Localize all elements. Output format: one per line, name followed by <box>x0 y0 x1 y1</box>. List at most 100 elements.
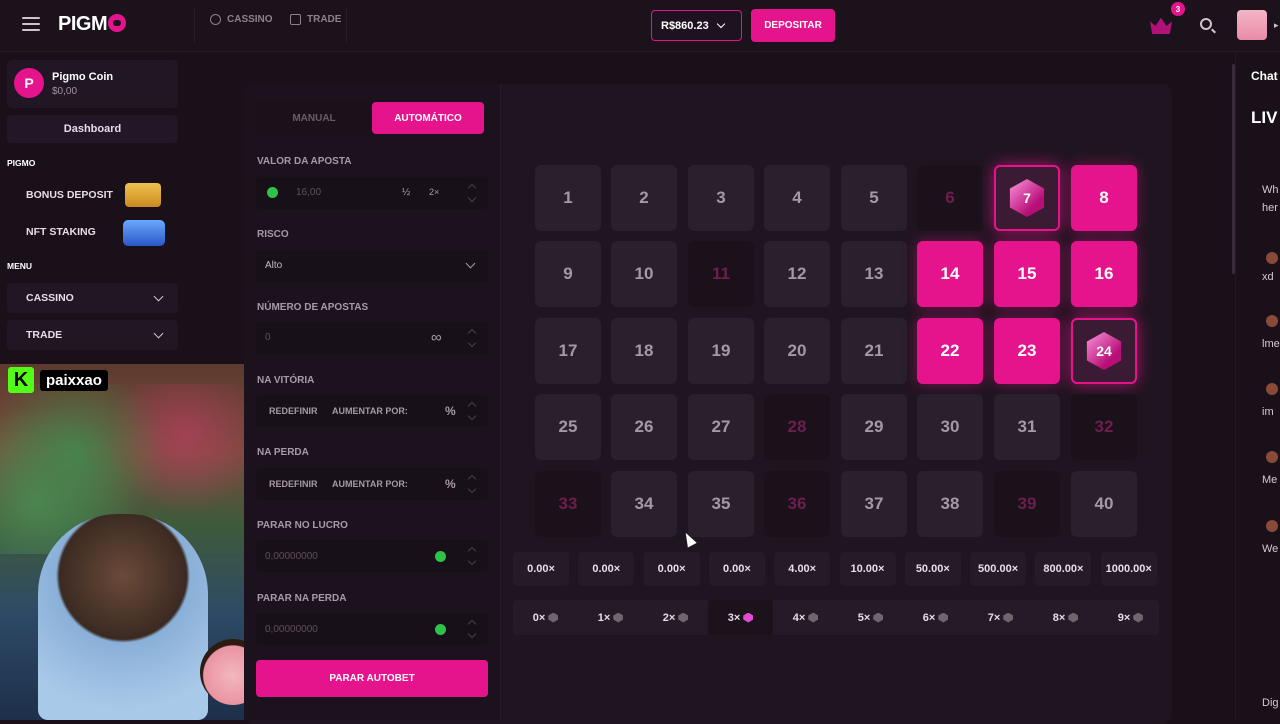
stepper-icon[interactable] <box>468 546 476 566</box>
sidebar-item-bonus-deposit[interactable]: BONUS DEPOSIT <box>7 180 178 210</box>
tile-12[interactable]: 12 <box>764 241 830 307</box>
stepper-icon[interactable] <box>468 183 476 203</box>
deposit-button[interactable]: DEPOSITAR <box>751 9 835 42</box>
tile-29[interactable]: 29 <box>841 394 907 460</box>
tile-28[interactable]: 28 <box>764 394 830 460</box>
tab-manual[interactable]: MANUAL <box>256 101 372 135</box>
tile-7[interactable]: 7 <box>994 165 1060 231</box>
tile-19[interactable]: 19 <box>688 318 754 384</box>
hit-count-label: 0× <box>532 611 546 624</box>
tile-17[interactable]: 17 <box>535 318 601 384</box>
chat-message: Me <box>1262 474 1278 486</box>
sidebar-item-cassino[interactable]: CASSINO <box>7 283 178 313</box>
tile-1[interactable]: 1 <box>535 165 601 231</box>
on-win-reset-button[interactable]: REDEFINIR <box>269 406 318 416</box>
dashboard-button[interactable]: Dashboard <box>7 115 178 143</box>
avatar[interactable] <box>1237 10 1267 40</box>
tile-33[interactable]: 33 <box>535 471 601 537</box>
tile-30[interactable]: 30 <box>917 394 983 460</box>
tile-13[interactable]: 13 <box>841 241 907 307</box>
tile-9[interactable]: 9 <box>535 241 601 307</box>
stepper-icon[interactable] <box>468 401 476 421</box>
tile-6[interactable]: 6 <box>917 165 983 231</box>
chat-avatar[interactable] <box>1266 520 1278 532</box>
chat-avatar[interactable] <box>1266 451 1278 463</box>
menu-icon[interactable] <box>22 17 40 31</box>
profile-chevron-icon[interactable]: ▸ <box>1274 20 1279 31</box>
stop-profit-field[interactable]: 0,00000000 <box>256 540 488 572</box>
tile-3[interactable]: 3 <box>688 165 754 231</box>
pigmo-coin-card[interactable]: P Pigmo Coin $0,00 <box>7 60 178 108</box>
tab-automatic[interactable]: AUTOMÁTICO <box>372 102 484 134</box>
tile-36[interactable]: 36 <box>764 471 830 537</box>
logo[interactable]: PIGM <box>58 13 127 36</box>
sidebar-item-nft-staking[interactable]: NFT STAKING <box>7 217 178 247</box>
tile-25[interactable]: 25 <box>535 394 601 460</box>
sidebar-item-label: NFT STAKING <box>26 226 96 238</box>
tile-35[interactable]: 35 <box>688 471 754 537</box>
tile-11[interactable]: 11 <box>688 241 754 307</box>
tile-4[interactable]: 4 <box>764 165 830 231</box>
hit-count-cell: 5× <box>838 600 903 635</box>
tile-31[interactable]: 31 <box>994 394 1060 460</box>
balance-selector[interactable]: R$860.23 <box>651 10 742 41</box>
sidebar-item-trade[interactable]: TRADE <box>7 320 178 350</box>
chat-avatar[interactable] <box>1266 252 1278 264</box>
tile-16[interactable]: 16 <box>1071 241 1137 307</box>
scrollbar[interactable] <box>1232 64 1235 274</box>
chat-message: We <box>1262 543 1279 555</box>
chat-avatar[interactable] <box>1266 383 1278 395</box>
multiplier-cell: 10.00× <box>839 552 896 586</box>
bet-amount-field[interactable]: 16,00 ½ 2× <box>256 177 488 209</box>
multiplier-cell: 4.00× <box>774 552 831 586</box>
live-label: LIV <box>1251 108 1278 127</box>
tile-38[interactable]: 38 <box>917 471 983 537</box>
tile-27[interactable]: 27 <box>688 394 754 460</box>
tile-10[interactable]: 10 <box>611 241 677 307</box>
multiplier-cell: 0.00× <box>513 552 569 586</box>
tile-14[interactable]: 14 <box>917 241 983 307</box>
section-menu: MENU <box>7 261 33 271</box>
on-loss-reset-button[interactable]: REDEFINIR <box>269 479 318 489</box>
chest-icon <box>123 220 165 246</box>
stepper-icon[interactable] <box>468 474 476 494</box>
nav-trade[interactable]: TRADE <box>290 14 341 25</box>
tile-40[interactable]: 40 <box>1071 471 1137 537</box>
tile-26[interactable]: 26 <box>611 394 677 460</box>
tile-15[interactable]: 15 <box>994 241 1060 307</box>
tile-2[interactable]: 2 <box>611 165 677 231</box>
infinity-icon[interactable]: ∞ <box>431 329 442 346</box>
stop-autobet-button[interactable]: PARAR AUTOBET <box>256 660 488 697</box>
tile-22[interactable]: 22 <box>917 318 983 384</box>
half-button[interactable]: ½ <box>402 187 410 198</box>
hit-count-label: 5× <box>857 611 871 624</box>
hit-count-label: 7× <box>987 611 1001 624</box>
tile-8[interactable]: 8 <box>1071 165 1137 231</box>
stepper-icon[interactable] <box>468 619 476 639</box>
num-bets-value: 0 <box>265 332 271 343</box>
stop-loss-label: PARAR NA PERDA <box>257 593 347 604</box>
on-win-increase-button[interactable]: AUMENTAR POR: <box>332 406 408 416</box>
tile-23[interactable]: 23 <box>994 318 1060 384</box>
multiplier-cell: 800.00× <box>1035 552 1092 586</box>
nav-cassino[interactable]: CASSINO <box>210 14 273 25</box>
stop-loss-field[interactable]: 0,00000000 <box>256 613 488 645</box>
tile-37[interactable]: 37 <box>841 471 907 537</box>
stepper-icon[interactable] <box>468 328 476 348</box>
on-loss-increase-button[interactable]: AUMENTAR POR: <box>332 479 408 489</box>
double-button[interactable]: 2× <box>429 187 439 197</box>
tile-32[interactable]: 32 <box>1071 394 1137 460</box>
chat-avatar[interactable] <box>1266 315 1278 327</box>
logo-pig-icon <box>108 14 127 32</box>
tile-18[interactable]: 18 <box>611 318 677 384</box>
num-bets-field[interactable]: 0 ∞ <box>256 322 488 354</box>
tile-24[interactable]: 24 <box>1071 318 1137 384</box>
tile-20[interactable]: 20 <box>764 318 830 384</box>
tile-34[interactable]: 34 <box>611 471 677 537</box>
search-icon[interactable] <box>1200 18 1212 30</box>
tile-21[interactable]: 21 <box>841 318 907 384</box>
tile-39[interactable]: 39 <box>994 471 1060 537</box>
gem-icon <box>743 612 754 623</box>
risk-select[interactable]: Alto <box>256 250 488 282</box>
tile-5[interactable]: 5 <box>841 165 907 231</box>
